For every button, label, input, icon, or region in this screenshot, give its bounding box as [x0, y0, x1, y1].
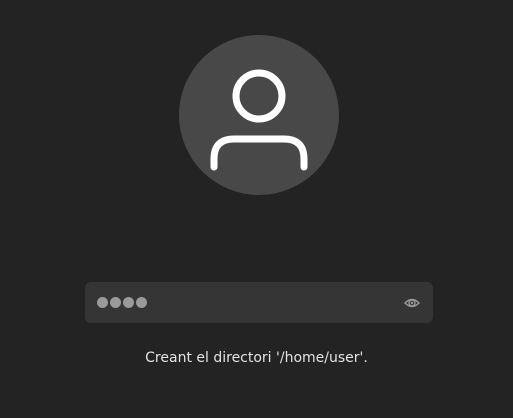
password-mask: [97, 297, 147, 308]
password-field[interactable]: [85, 282, 433, 323]
password-dot: [110, 297, 121, 308]
eye-icon[interactable]: [404, 295, 420, 311]
password-dot: [123, 297, 134, 308]
status-message: Creant el directori '/home/user'.: [145, 350, 368, 366]
user-avatar: [179, 35, 339, 195]
password-dot: [97, 297, 108, 308]
password-dot: [136, 297, 147, 308]
user-icon: [210, 69, 308, 171]
